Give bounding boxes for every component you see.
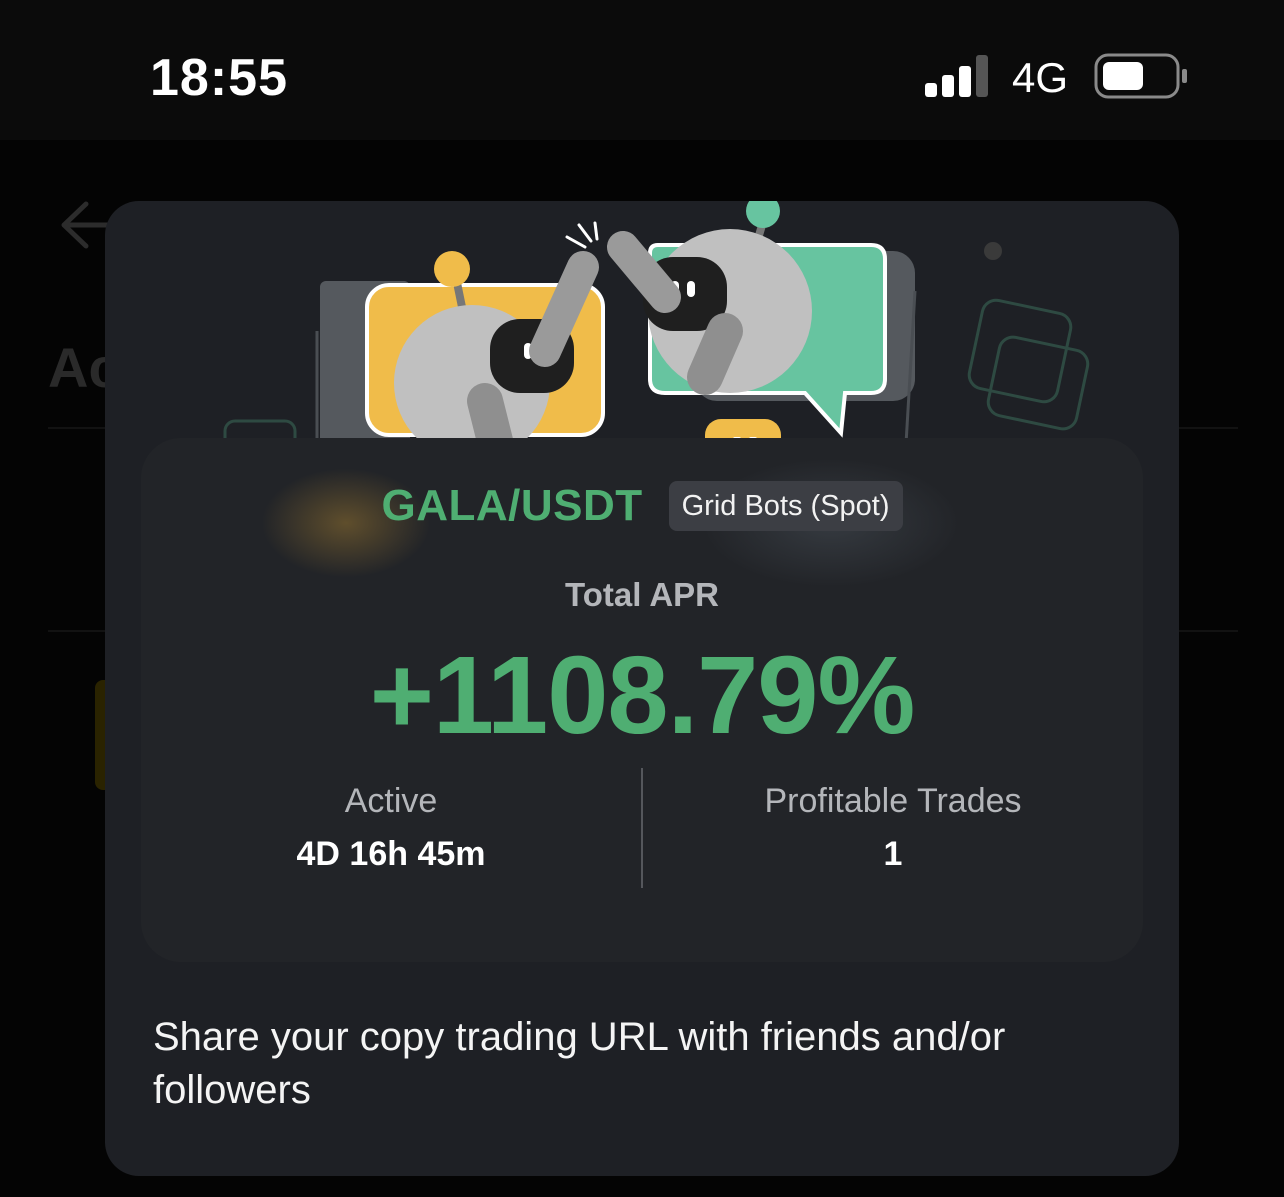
pair-row: GALA/USDT Grid Bots (Spot): [141, 478, 1143, 534]
share-description: Share your copy trading URL with friends…: [153, 1015, 1006, 1112]
battery-icon: [1094, 53, 1187, 99]
stat-label: Profitable Trades: [764, 782, 1022, 820]
apr-label: Total APR: [565, 576, 719, 613]
share-modal: GALA/USDT Grid Bots (Spot) Total APR +11…: [105, 201, 1179, 1176]
trading-pair: GALA/USDT: [381, 481, 643, 530]
stat-label: Active: [344, 782, 438, 820]
stats-row: Active 4D 16h 45m Profitable Trades 1: [141, 768, 1143, 888]
robots-illustration: [223, 201, 1090, 461]
status-time: 18:55: [150, 49, 288, 107]
network-type: 4G: [1012, 54, 1069, 101]
bot-type-badge: Grid Bots (Spot): [668, 481, 903, 531]
stat-profitable-trades: Profitable Trades 1: [643, 782, 1143, 874]
signal-icon: [925, 55, 988, 97]
apr-card: GALA/USDT Grid Bots (Spot) Total APR +11…: [141, 438, 1143, 962]
stat-value: 4D 16h 45m: [296, 835, 486, 873]
stat-value: 1: [883, 835, 903, 873]
stat-active: Active 4D 16h 45m: [141, 782, 641, 874]
status-bar: 18:55 4G: [0, 0, 1284, 140]
apr-value: +1108.79%: [369, 634, 916, 757]
